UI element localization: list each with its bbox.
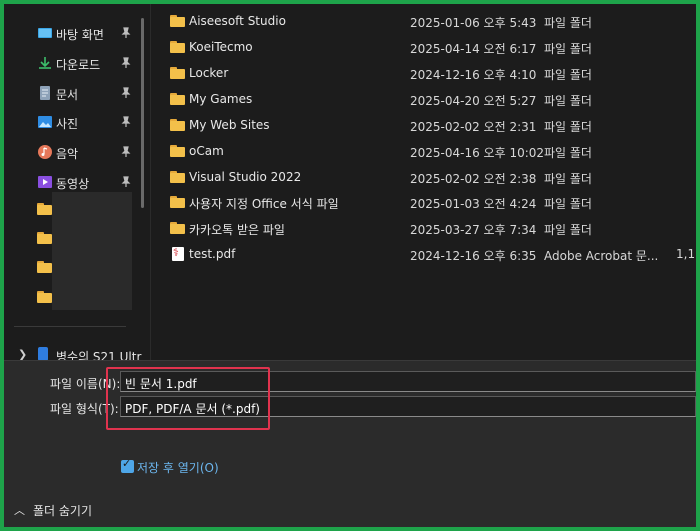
folder-icon[interactable] — [37, 232, 52, 244]
save-dialog: 바탕 화면 다운로드 문서 사진 음악 동영상 ❯ 병수의 S21 Ultr A… — [4, 4, 696, 527]
sidebar-scrollbar[interactable] — [141, 18, 144, 208]
file-date: 2025-04-14 오전 6:17 — [410, 42, 537, 56]
list-item[interactable]: Visual Studio 2022 2025-02-02 오전 2:38 파일… — [164, 165, 696, 191]
file-date: 2025-02-02 오전 2:38 — [410, 172, 537, 186]
file-name: Visual Studio 2022 — [189, 170, 302, 184]
folder-icon — [170, 171, 185, 183]
file-type: 파일 폴더 — [544, 42, 592, 56]
file-date: 2025-03-27 오후 7:34 — [410, 223, 537, 237]
folder-icon — [170, 41, 185, 53]
video-icon — [38, 176, 52, 188]
file-type: 파일 폴더 — [544, 94, 592, 108]
list-item[interactable]: Aiseesoft Studio 2025-01-06 오후 5:43 파일 폴… — [164, 9, 696, 35]
file-name: 카카오톡 받은 파일 — [189, 223, 285, 237]
file-type: 파일 폴더 — [544, 146, 592, 160]
folder-icon[interactable] — [37, 291, 52, 303]
chevron-up-icon: ︿ — [14, 504, 25, 517]
file-size: 1,12 — [676, 247, 696, 261]
file-date: 2025-01-03 오전 4:24 — [410, 197, 537, 211]
pin-icon[interactable] — [120, 27, 132, 39]
file-date: 2024-12-16 오후 6:35 — [410, 249, 537, 263]
sidebar-item-label: 음악 — [56, 147, 79, 161]
sidebar-item-label: 사진 — [56, 117, 79, 131]
list-item[interactable]: test.pdf 2024-12-16 오후 6:35 Adobe Acroba… — [164, 242, 696, 268]
open-after-save-label[interactable]: 저장 후 열기(O) — [137, 459, 219, 476]
navigation-pane: 바탕 화면 다운로드 문서 사진 음악 동영상 ❯ 병수의 S21 Ultr — [4, 4, 150, 364]
list-item[interactable]: My Games 2025-04-20 오전 5:27 파일 폴더 — [164, 87, 696, 113]
save-options-panel: 파일 이름(N): 빈 문서 1.pdf 파일 형식(T): PDF, PDF/… — [4, 360, 696, 527]
sidebar-item-desktop[interactable]: 바탕 화면 — [4, 21, 144, 47]
file-name: Locker — [189, 66, 229, 80]
list-item[interactable]: My Web Sites 2025-02-02 오전 2:31 파일 폴더 — [164, 113, 696, 139]
list-item[interactable]: oCam 2025-04-16 오후 10:02 파일 폴더 — [164, 139, 696, 165]
folder-icon — [170, 67, 185, 79]
file-date: 2025-04-16 오후 10:02 — [410, 146, 545, 160]
folder-icon — [170, 119, 185, 131]
pin-icon[interactable] — [120, 146, 132, 158]
download-icon — [39, 57, 51, 69]
list-item[interactable]: Locker 2024-12-16 오후 4:10 파일 폴더 — [164, 61, 696, 87]
file-type: Adobe Acrobat 문... — [544, 249, 659, 263]
sidebar-item-documents[interactable]: 문서 — [4, 81, 144, 107]
sidebar-item-label: 문서 — [56, 88, 79, 102]
file-name: Aiseesoft Studio — [189, 14, 286, 28]
pane-divider[interactable] — [150, 4, 151, 360]
file-name: test.pdf — [189, 247, 236, 261]
file-type: 파일 폴더 — [544, 172, 592, 186]
pdf-icon — [172, 246, 184, 261]
file-name: oCam — [189, 144, 224, 158]
file-type: 파일 폴더 — [544, 120, 592, 134]
pin-icon[interactable] — [120, 176, 132, 188]
phone-icon — [38, 347, 48, 361]
file-name: KoeiTecmo — [189, 40, 253, 54]
music-icon — [38, 145, 52, 159]
file-date: 2025-04-20 오전 5:27 — [410, 94, 537, 108]
list-item[interactable]: KoeiTecmo 2025-04-14 오전 6:17 파일 폴더 — [164, 35, 696, 61]
sidebar-divider — [14, 326, 126, 327]
pin-icon[interactable] — [120, 87, 132, 99]
file-type: 파일 폴더 — [544, 68, 592, 82]
list-item[interactable]: 사용자 지정 Office 서식 파일 2025-01-03 오전 4:24 파… — [164, 190, 696, 216]
highlight-annotation — [106, 367, 270, 430]
folder-icon[interactable] — [37, 203, 52, 215]
hide-folders-label: 폴더 숨기기 — [33, 504, 93, 518]
sidebar-item-pictures[interactable]: 사진 — [4, 110, 144, 136]
file-type: 파일 폴더 — [544, 16, 592, 30]
file-name: My Games — [189, 92, 253, 106]
sidebar-item-downloads[interactable]: 다운로드 — [4, 51, 144, 77]
folder-icon — [170, 93, 185, 105]
pin-icon[interactable] — [120, 116, 132, 128]
file-name: My Web Sites — [189, 118, 270, 132]
sidebar-item-label: 바탕 화면 — [56, 28, 104, 42]
sidebar-item-label: 다운로드 — [56, 58, 101, 72]
sidebar-item-music[interactable]: 음악 — [4, 140, 144, 166]
document-icon — [40, 86, 50, 100]
sidebar-item-label: 동영상 — [56, 177, 90, 191]
redacted-folder-names — [52, 192, 132, 310]
folder-icon[interactable] — [37, 261, 52, 273]
folder-icon — [170, 222, 185, 234]
pin-icon[interactable] — [120, 57, 132, 69]
file-type: 파일 폴더 — [544, 197, 592, 211]
file-type: 파일 폴더 — [544, 223, 592, 237]
desktop-icon — [38, 28, 52, 38]
picture-icon — [38, 116, 52, 128]
folder-icon — [170, 145, 185, 157]
file-date: 2025-02-02 오전 2:31 — [410, 120, 537, 134]
file-name: 사용자 지정 Office 서식 파일 — [189, 197, 339, 211]
file-date: 2025-01-06 오후 5:43 — [410, 16, 537, 30]
folder-icon — [170, 196, 185, 208]
folder-icon — [170, 15, 185, 27]
list-item[interactable]: 카카오톡 받은 파일 2025-03-27 오후 7:34 파일 폴더 — [164, 216, 696, 242]
file-date: 2024-12-16 오후 4:10 — [410, 68, 537, 82]
open-after-save-checkbox[interactable] — [121, 457, 134, 473]
